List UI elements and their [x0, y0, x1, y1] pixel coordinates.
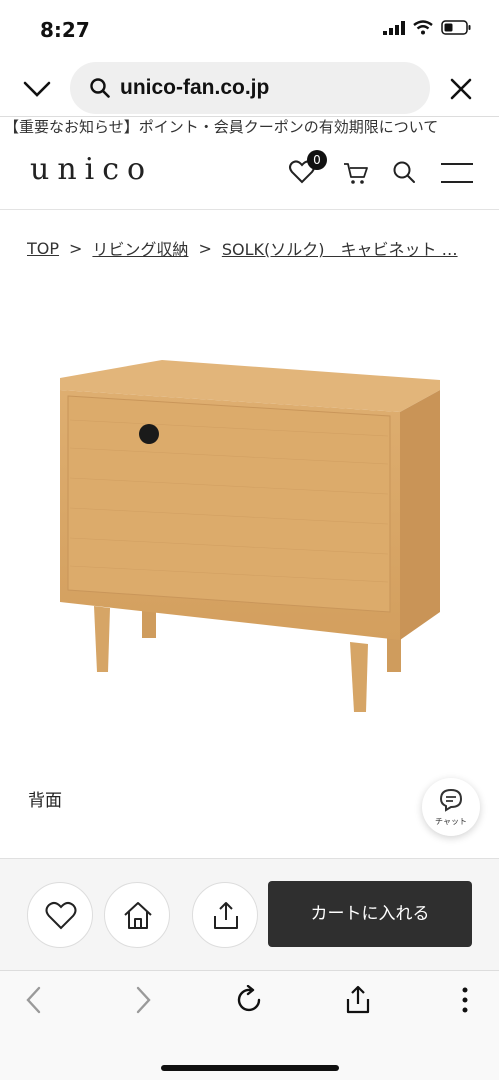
favorite-button[interactable]: [27, 882, 93, 948]
chat-button[interactable]: チャット: [422, 778, 480, 836]
breadcrumb: TOP > リビング収納 > SOLK(ソルク) キャビネット …: [27, 236, 477, 260]
product-image[interactable]: [50, 350, 450, 720]
reload-icon[interactable]: [235, 985, 265, 1015]
url-field[interactable]: unico-fan.co.jp: [70, 62, 430, 114]
cart-icon[interactable]: [343, 160, 369, 186]
chat-label: チャット: [435, 817, 467, 826]
heart-icon: [45, 901, 77, 930]
search-icon[interactable]: [392, 160, 416, 184]
forward-icon[interactable]: [127, 985, 157, 1015]
add-to-cart-button[interactable]: カートに入れる: [268, 881, 472, 947]
status-icons: [383, 20, 471, 35]
breadcrumb-separator: >: [69, 238, 83, 258]
favorites-count-badge: 0: [307, 150, 327, 170]
site-header: unico 0: [0, 138, 499, 210]
battery-icon: [441, 20, 471, 35]
share-icon: [214, 902, 238, 929]
notice-banner[interactable]: 【重要なお知らせ】ポイント・会員クーポンの有効期限について: [0, 116, 499, 138]
shop-home-button[interactable]: [104, 882, 170, 948]
product-action-bar: カートに入れる: [0, 858, 499, 970]
home-icon: [124, 902, 152, 929]
share-icon[interactable]: [343, 985, 373, 1015]
chat-icon: [439, 788, 463, 812]
notice-text: 【重要なお知らせ】ポイント・会員クーポンの有効期限について: [4, 118, 439, 136]
back-icon[interactable]: [20, 985, 50, 1015]
menu-icon[interactable]: [440, 162, 474, 184]
breadcrumb-top[interactable]: TOP: [27, 239, 59, 258]
image-caption: 背面: [28, 791, 62, 811]
breadcrumb-living-storage[interactable]: リビング収納: [92, 236, 188, 260]
status-bar: 8:27: [0, 0, 499, 60]
site-logo[interactable]: unico: [30, 152, 153, 187]
home-indicator: [161, 1065, 339, 1071]
browser-toolbar: [0, 970, 499, 1080]
chevron-down-icon[interactable]: [22, 74, 52, 104]
breadcrumb-separator: >: [198, 238, 212, 258]
close-icon[interactable]: [446, 74, 476, 104]
breadcrumb-current-product[interactable]: SOLK(ソルク) キャビネット …: [222, 236, 458, 260]
wifi-icon: [413, 20, 433, 35]
url-text: unico-fan.co.jp: [120, 76, 270, 99]
more-icon[interactable]: [450, 985, 480, 1015]
share-button[interactable]: [192, 882, 258, 948]
status-time: 8:27: [40, 18, 90, 42]
signal-icon: [383, 20, 405, 35]
search-icon: [90, 78, 110, 98]
browser-address-bar: unico-fan.co.jp: [0, 60, 499, 116]
